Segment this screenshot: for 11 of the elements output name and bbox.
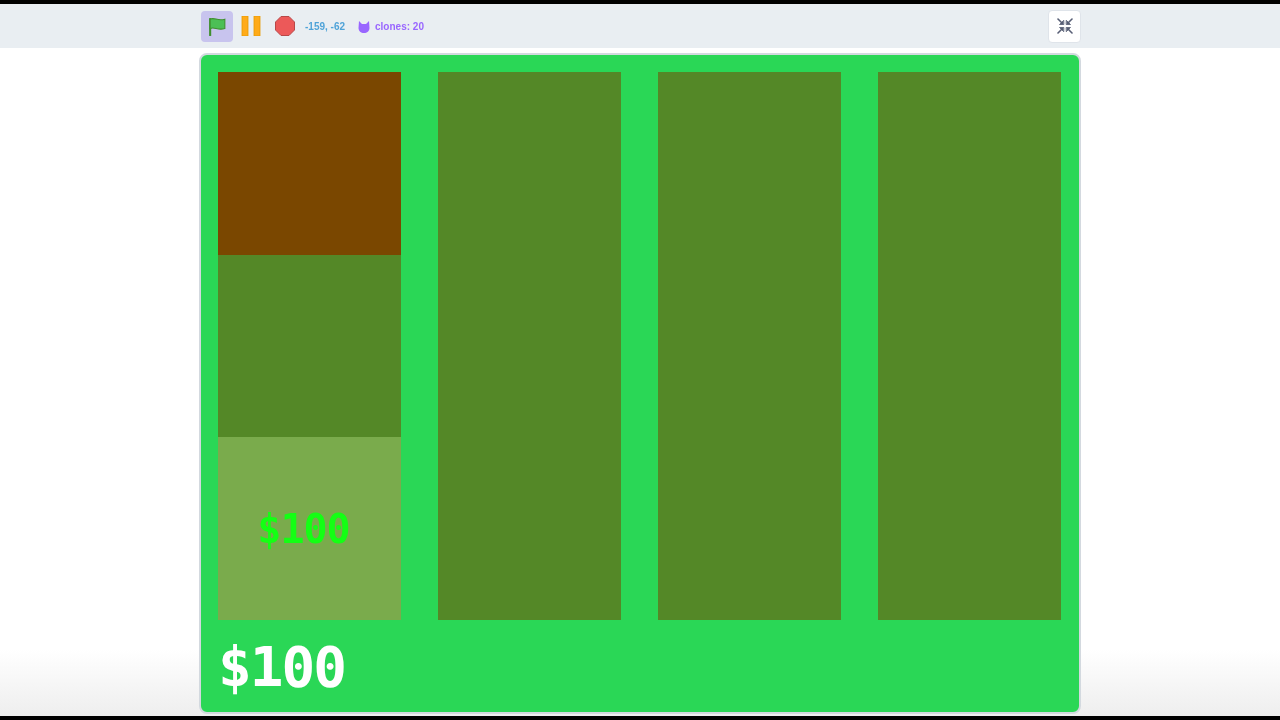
mouse-coordinates: -159, -62 xyxy=(305,19,346,34)
score-text: $100 xyxy=(218,639,345,695)
tile-amount: $100 xyxy=(257,508,350,549)
flag-button[interactable] xyxy=(201,10,233,42)
cat-head-icon xyxy=(358,19,371,33)
clone-count: clones: 20 xyxy=(375,19,424,34)
flag-icon xyxy=(206,15,228,37)
stop-icon xyxy=(275,16,295,36)
exit-fullscreen-button[interactable] xyxy=(1048,9,1081,43)
pause-icon xyxy=(241,16,261,36)
shrink-arrows-icon xyxy=(1056,18,1073,34)
